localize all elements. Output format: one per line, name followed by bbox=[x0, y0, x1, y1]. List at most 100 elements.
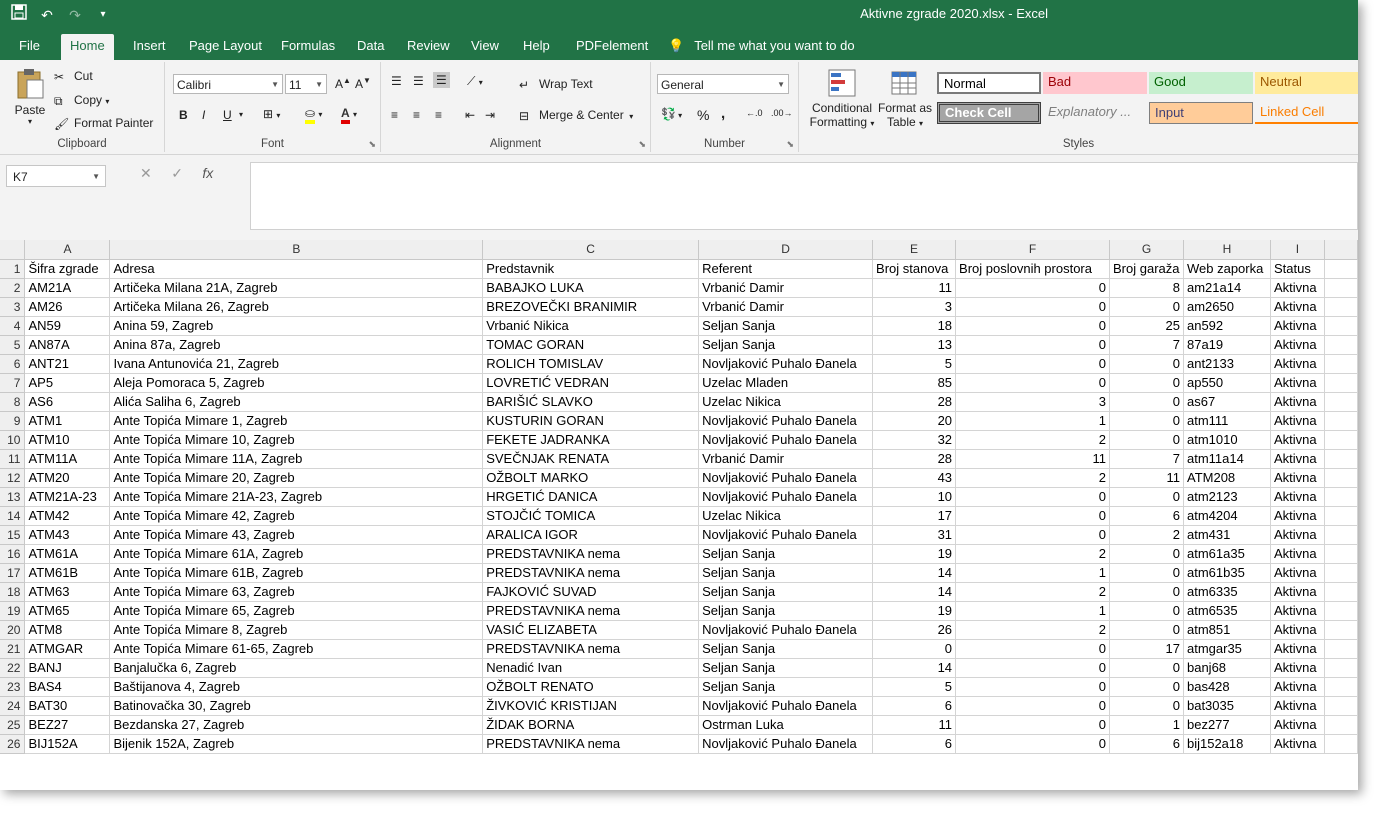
row-header[interactable]: 21 bbox=[0, 639, 26, 659]
cell[interactable]: ap550 bbox=[1183, 373, 1271, 393]
cell[interactable]: 0 bbox=[955, 316, 1110, 336]
cell[interactable]: BREZOVEČKI BRANIMIR bbox=[482, 297, 700, 317]
cell[interactable]: BARIŠIĆ SLAVKO bbox=[482, 392, 700, 412]
header-cell[interactable]: Šifra zgrade bbox=[24, 259, 111, 279]
cell[interactable]: AN87A bbox=[24, 335, 111, 355]
cell[interactable]: 0 bbox=[955, 487, 1110, 507]
align-center-icon[interactable]: ≡ bbox=[413, 108, 420, 122]
cell[interactable]: STOJČIĆ TOMICA bbox=[482, 506, 700, 526]
cell[interactable]: BABAJKO LUKA bbox=[482, 278, 700, 298]
cell[interactable]: ŽIDAK BORNA bbox=[482, 715, 700, 735]
cell[interactable]: Aktivna bbox=[1270, 525, 1325, 545]
header-cell[interactable]: Referent bbox=[698, 259, 874, 279]
cell[interactable]: AN59 bbox=[24, 316, 111, 336]
cell[interactable]: Seljan Sanja bbox=[698, 658, 874, 678]
cell[interactable]: 28 bbox=[872, 449, 957, 469]
row-header[interactable]: 2 bbox=[0, 278, 26, 298]
cell[interactable]: VASIĆ ELIZABETA bbox=[482, 620, 700, 640]
cell[interactable]: Ante Topića Mimare 61-65, Zagreb bbox=[109, 639, 484, 659]
cancel-icon[interactable]: ✕ bbox=[140, 165, 152, 181]
style-input[interactable]: Input bbox=[1149, 102, 1253, 124]
cell[interactable]: 0 bbox=[955, 354, 1110, 374]
cell[interactable]: 14 bbox=[872, 582, 957, 602]
enter-icon[interactable]: ✓ bbox=[171, 165, 183, 181]
cell[interactable]: Ante Topića Mimare 61B, Zagreb bbox=[109, 563, 484, 583]
cell[interactable]: AM26 bbox=[24, 297, 111, 317]
row-header[interactable]: 6 bbox=[0, 354, 26, 374]
cell[interactable]: 19 bbox=[872, 601, 957, 621]
cell[interactable] bbox=[1324, 639, 1358, 659]
cell[interactable] bbox=[1324, 335, 1358, 355]
cell[interactable]: Aktivna bbox=[1270, 278, 1325, 298]
cell[interactable]: atm1010 bbox=[1183, 430, 1271, 450]
cell[interactable]: 28 bbox=[872, 392, 957, 412]
cell[interactable] bbox=[1324, 468, 1358, 488]
cell[interactable]: Nenadić Ivan bbox=[482, 658, 700, 678]
cell[interactable]: 0 bbox=[955, 696, 1110, 716]
cell[interactable]: Bezdanska 27, Zagreb bbox=[109, 715, 484, 735]
cell[interactable]: Aktivna bbox=[1270, 297, 1325, 317]
column-header[interactable]: H bbox=[1183, 240, 1271, 260]
cell[interactable]: 0 bbox=[955, 297, 1110, 317]
cell[interactable]: 0 bbox=[955, 677, 1110, 697]
tab-home[interactable]: Home bbox=[61, 34, 114, 60]
cell[interactable]: atm6335 bbox=[1183, 582, 1271, 602]
row-header[interactable]: 12 bbox=[0, 468, 26, 488]
row-header[interactable]: 14 bbox=[0, 506, 26, 526]
cell[interactable]: 25 bbox=[1109, 316, 1184, 336]
cell[interactable] bbox=[1324, 259, 1358, 279]
borders-button[interactable]: ⊞ ▾ bbox=[263, 107, 280, 121]
cell[interactable]: Ostrman Luka bbox=[698, 715, 874, 735]
cell[interactable]: BAS4 bbox=[24, 677, 111, 697]
cell[interactable]: 0 bbox=[1109, 487, 1184, 507]
cell[interactable]: 0 bbox=[955, 658, 1110, 678]
cell[interactable] bbox=[1324, 392, 1358, 412]
cell[interactable]: Ante Topića Mimare 65, Zagreb bbox=[109, 601, 484, 621]
cell[interactable]: 0 bbox=[955, 734, 1110, 754]
cell[interactable]: 2 bbox=[955, 620, 1110, 640]
cell[interactable]: Batinovačka 30, Zagreb bbox=[109, 696, 484, 716]
cell[interactable]: ant2133 bbox=[1183, 354, 1271, 374]
cell[interactable]: KUSTURIN GORAN bbox=[482, 411, 700, 431]
italic-button[interactable]: I bbox=[202, 108, 205, 122]
cell[interactable]: TOMAC GORAN bbox=[482, 335, 700, 355]
cell[interactable]: ATM21A-23 bbox=[24, 487, 111, 507]
column-header-empty[interactable] bbox=[1324, 240, 1358, 260]
cell[interactable] bbox=[1324, 563, 1358, 583]
cell[interactable]: 26 bbox=[872, 620, 957, 640]
cell[interactable]: 43 bbox=[872, 468, 957, 488]
cell[interactable]: Aktivna bbox=[1270, 354, 1325, 374]
style-normal[interactable]: Normal bbox=[937, 72, 1041, 94]
cell[interactable]: Anina 87a, Zagreb bbox=[109, 335, 484, 355]
cell[interactable]: atm6535 bbox=[1183, 601, 1271, 621]
cell[interactable]: Novljaković Puhalo Đanela bbox=[698, 354, 874, 374]
cell[interactable]: Baštijanova 4, Zagreb bbox=[109, 677, 484, 697]
cell[interactable]: 31 bbox=[872, 525, 957, 545]
font-color-button[interactable]: A ▾ bbox=[341, 106, 357, 124]
cell[interactable]: 8 bbox=[1109, 278, 1184, 298]
cell[interactable]: ATM11A bbox=[24, 449, 111, 469]
cell[interactable]: 0 bbox=[955, 278, 1110, 298]
cell[interactable]: FAJKOVIĆ SUVAD bbox=[482, 582, 700, 602]
cell[interactable]: Novljaković Puhalo Đanela bbox=[698, 430, 874, 450]
format-as-table-button[interactable]: Format as Table ▾ bbox=[877, 68, 933, 129]
tab-view[interactable]: View bbox=[462, 34, 508, 60]
style-explanatory[interactable]: Explanatory ... bbox=[1043, 102, 1147, 124]
row-header[interactable]: 9 bbox=[0, 411, 26, 431]
cell[interactable]: Ante Topića Mimare 63, Zagreb bbox=[109, 582, 484, 602]
cell[interactable]: 0 bbox=[955, 639, 1110, 659]
cell[interactable]: Seljan Sanja bbox=[698, 677, 874, 697]
row-header[interactable]: 11 bbox=[0, 449, 26, 469]
cell[interactable]: Ante Topića Mimare 8, Zagreb bbox=[109, 620, 484, 640]
cell[interactable] bbox=[1324, 278, 1358, 298]
row-header[interactable]: 5 bbox=[0, 335, 26, 355]
cell[interactable]: bez277 bbox=[1183, 715, 1271, 735]
cell[interactable]: atm431 bbox=[1183, 525, 1271, 545]
row-header[interactable]: 18 bbox=[0, 582, 26, 602]
cell[interactable]: LOVRETIĆ VEDRAN bbox=[482, 373, 700, 393]
name-box[interactable]: K7 ▼ bbox=[6, 165, 106, 187]
cell[interactable]: BAT30 bbox=[24, 696, 111, 716]
cell[interactable]: Aktivna bbox=[1270, 658, 1325, 678]
cell[interactable]: PREDSTAVNIKA nema bbox=[482, 544, 700, 564]
cell[interactable] bbox=[1324, 297, 1358, 317]
